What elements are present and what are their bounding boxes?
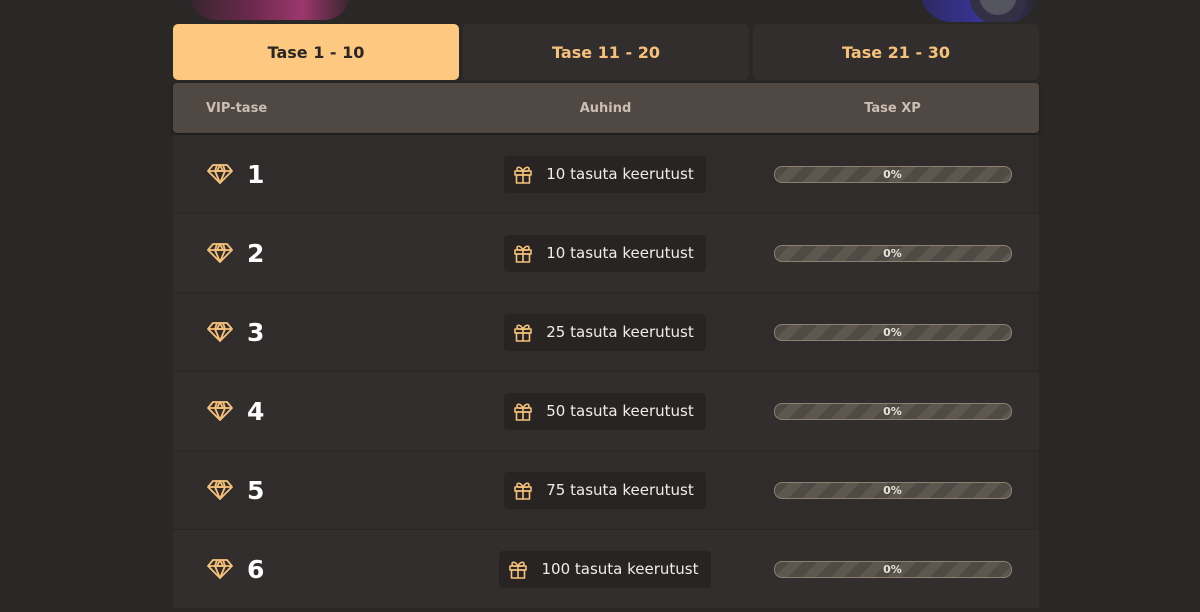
xp-progress-bar: 0% bbox=[773, 560, 1012, 578]
table-row: 2 10 tasuta keerutust 0% bbox=[173, 214, 1039, 293]
header-prize: Auhind bbox=[579, 100, 632, 116]
header-vip-level: VIP-tase bbox=[206, 100, 268, 116]
prize-badge: 100 tasuta keerutust bbox=[499, 550, 711, 588]
diamond-icon bbox=[206, 400, 234, 422]
vip-level-number: 1 bbox=[247, 159, 265, 189]
vip-level-cell: 3 bbox=[173, 318, 433, 347]
tab-level-11-20[interactable]: Tase 11 - 20 bbox=[463, 24, 749, 80]
prize-badge: 75 tasuta keerutust bbox=[504, 471, 706, 509]
prize-label: 50 tasuta keerutust bbox=[546, 402, 694, 420]
prize-badge: 10 tasuta keerutust bbox=[504, 155, 706, 193]
level-range-tabs: Tase 1 - 10 Tase 11 - 20 Tase 21 - 30 bbox=[173, 24, 1039, 80]
table-row: 1 10 tasuta keerutust 0% bbox=[173, 135, 1039, 214]
vip-level-number: 2 bbox=[247, 238, 265, 268]
xp-progress-label: 0% bbox=[883, 246, 902, 260]
vip-level-number: 3 bbox=[247, 317, 265, 347]
vip-level-number: 5 bbox=[247, 475, 265, 505]
vip-level-cell: 5 bbox=[173, 476, 433, 505]
xp-progress-bar: 0% bbox=[773, 323, 1012, 341]
vip-levels-table: 1 10 tasuta keerutust 0% 2 10 tasuta keerutu… bbox=[173, 135, 1039, 609]
diamond-icon bbox=[206, 163, 234, 185]
vip-level-number: 4 bbox=[247, 396, 265, 426]
diamond-icon bbox=[206, 321, 234, 343]
vip-levels-panel: Tase 1 - 10 Tase 11 - 20 Tase 21 - 30 VI… bbox=[173, 24, 1039, 609]
diamond-icon bbox=[206, 558, 234, 580]
xp-progress-label: 0% bbox=[883, 167, 902, 181]
table-row: 5 75 tasuta keerutust 0% bbox=[173, 451, 1039, 530]
gift-icon bbox=[507, 558, 529, 580]
xp-progress-bar: 0% bbox=[773, 165, 1012, 183]
gift-icon bbox=[512, 479, 534, 501]
diamond-icon bbox=[206, 479, 234, 501]
prize-badge: 25 tasuta keerutust bbox=[504, 313, 706, 351]
gift-icon bbox=[512, 163, 534, 185]
vip-level-cell: 1 bbox=[173, 160, 433, 189]
gift-icon bbox=[512, 400, 534, 422]
prize-label: 10 tasuta keerutust bbox=[546, 244, 694, 262]
table-row: 4 50 tasuta keerutust 0% bbox=[173, 372, 1039, 451]
gift-icon bbox=[512, 242, 534, 264]
vip-level-cell: 4 bbox=[173, 397, 433, 426]
vip-level-number: 6 bbox=[247, 554, 265, 584]
prize-label: 75 tasuta keerutust bbox=[546, 481, 694, 499]
xp-progress-label: 0% bbox=[883, 404, 902, 418]
vip-level-cell: 2 bbox=[173, 239, 433, 268]
gift-icon bbox=[512, 321, 534, 343]
xp-progress-bar: 0% bbox=[773, 481, 1012, 499]
tab-level-1-10[interactable]: Tase 1 - 10 bbox=[173, 24, 459, 80]
table-header: VIP-tase Auhind Tase XP bbox=[173, 83, 1039, 133]
xp-progress-label: 0% bbox=[883, 483, 902, 497]
background-art-left bbox=[190, 0, 350, 20]
table-row: 3 25 tasuta keerutust 0% bbox=[173, 293, 1039, 372]
diamond-icon bbox=[206, 242, 234, 264]
background-art-right bbox=[920, 0, 1040, 22]
vip-level-cell: 6 bbox=[173, 555, 433, 584]
prize-label: 100 tasuta keerutust bbox=[541, 560, 699, 578]
prize-label: 10 tasuta keerutust bbox=[546, 165, 694, 183]
prize-badge: 50 tasuta keerutust bbox=[504, 392, 706, 430]
tab-level-21-30[interactable]: Tase 21 - 30 bbox=[753, 24, 1039, 80]
xp-progress-bar: 0% bbox=[773, 402, 1012, 420]
xp-progress-label: 0% bbox=[883, 562, 902, 576]
xp-progress-label: 0% bbox=[883, 325, 902, 339]
prize-label: 25 tasuta keerutust bbox=[546, 323, 694, 341]
table-row: 6 100 tasuta keerutust 0% bbox=[173, 530, 1039, 609]
header-level-xp: Tase XP bbox=[864, 100, 921, 116]
xp-progress-bar: 0% bbox=[773, 244, 1012, 262]
prize-badge: 10 tasuta keerutust bbox=[504, 234, 706, 272]
